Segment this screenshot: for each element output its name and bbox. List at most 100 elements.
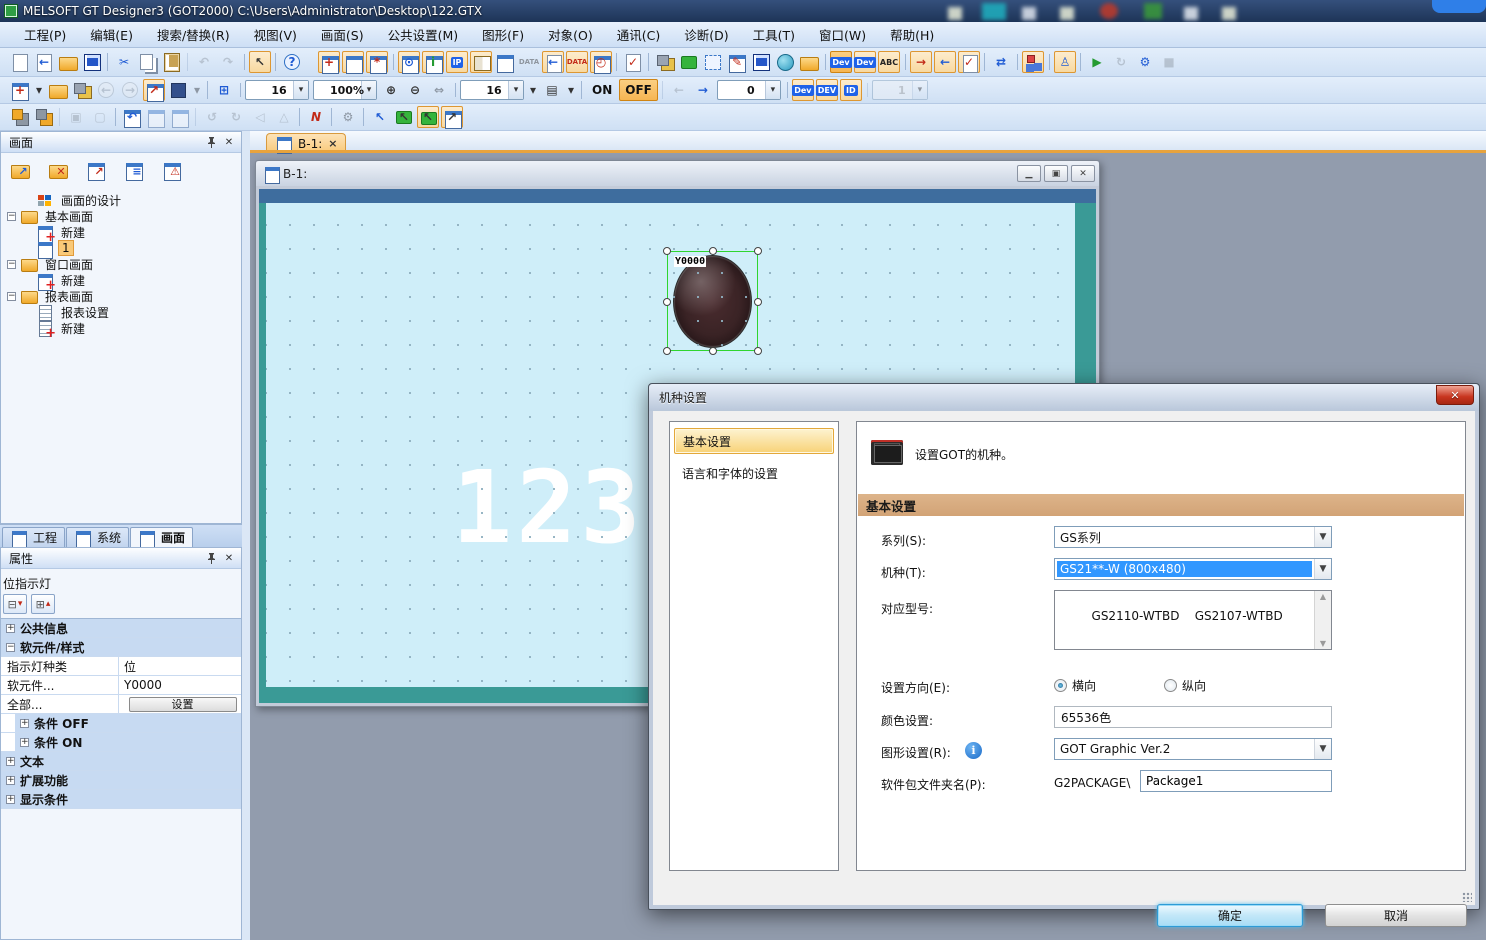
write-to-got-icon[interactable]: → xyxy=(910,51,932,73)
open-screen-tool-icon[interactable]: ↗ xyxy=(9,159,37,184)
tree-item-base-screen[interactable]: − 基本画面 xyxy=(1,208,241,224)
maximize-icon[interactable]: ▣ xyxy=(1044,165,1068,182)
pin-icon[interactable] xyxy=(203,551,219,566)
model-combobox[interactable]: GS21**-W (800x480) ▼ xyxy=(1054,558,1332,580)
screen-copy-icon[interactable] xyxy=(494,51,516,73)
import-icon[interactable]: ← xyxy=(33,51,55,73)
group-icon[interactable]: ▣ xyxy=(65,106,87,128)
menu-tools[interactable]: 工具(T) xyxy=(741,21,807,48)
prop-row-device[interactable]: 软元件... Y0000 xyxy=(1,676,241,695)
new-screen-button[interactable]: +▾ xyxy=(9,79,31,101)
chevron-down-icon[interactable]: ▼ xyxy=(1314,527,1331,547)
prop-row-lamp-type[interactable]: 指示灯种类 位 xyxy=(1,657,241,676)
read-from-got-icon[interactable]: ← xyxy=(934,51,956,73)
tab-system[interactable]: 系统 xyxy=(66,527,129,547)
comment-folder-icon[interactable] xyxy=(798,51,820,73)
prop-category-device-style[interactable]: −软元件/样式 xyxy=(1,638,241,657)
language-combo[interactable]: 1▾ xyxy=(872,80,928,100)
prop-category-text[interactable]: +文本 xyxy=(1,752,241,771)
resize-handle[interactable] xyxy=(663,298,671,306)
prop-row-all[interactable]: 全部... 设置 xyxy=(1,695,241,714)
menu-diagnostics[interactable]: 诊断(D) xyxy=(672,21,740,48)
resize-handle[interactable] xyxy=(663,347,671,355)
cut-icon[interactable]: ✂ xyxy=(113,51,135,73)
bring-to-front-icon[interactable] xyxy=(9,106,31,128)
select-frame-icon[interactable]: ↖ xyxy=(417,106,439,128)
undo-icon[interactable]: ↶ xyxy=(193,51,215,73)
device-display-button[interactable]: Dev▾ xyxy=(792,79,814,101)
flip-v-icon[interactable]: △ xyxy=(273,106,295,128)
grid-size-combo[interactable]: 16▾ xyxy=(460,80,524,100)
preview-toggle-icon[interactable]: ↗▾ xyxy=(143,79,165,101)
flip-h-icon[interactable]: ◁ xyxy=(249,106,271,128)
grid-dropdown[interactable]: ▾▾ xyxy=(527,79,539,101)
select-cursor-icon[interactable]: ↖ xyxy=(249,51,271,73)
rotate-left-icon[interactable]: ↺ xyxy=(201,106,223,128)
tab-project[interactable]: 工程 xyxy=(2,527,65,547)
device-off-button[interactable]: OFF▾ xyxy=(619,79,658,101)
screen-editor-titlebar[interactable]: B-1: ▁ ▣ ✕ xyxy=(256,161,1099,186)
tree-item-report-new[interactable]: 新建 xyxy=(1,320,241,336)
info-icon[interactable]: i xyxy=(965,742,982,759)
bit-lamp-object[interactable] xyxy=(673,255,752,348)
screen-save-icon[interactable] xyxy=(750,51,772,73)
radio-icon[interactable] xyxy=(1164,679,1177,692)
data-check-icon[interactable]: DATA xyxy=(566,51,588,73)
cancel-button[interactable]: 取消 xyxy=(1325,904,1467,927)
menu-object[interactable]: 对象(O) xyxy=(536,21,605,48)
data-browser-icon[interactable]: ♙ xyxy=(1054,51,1076,73)
open-icon[interactable] xyxy=(57,51,79,73)
forward-icon[interactable]: →▾ xyxy=(119,79,141,101)
close-icon[interactable]: ✕ xyxy=(221,135,237,150)
prop-subcategory-condition-off[interactable]: +条件 OFF xyxy=(1,714,241,733)
new-window-screen-icon[interactable] xyxy=(342,51,364,73)
device-toggle-icon[interactable]: Dev xyxy=(830,51,852,73)
screen-property-icon[interactable]: * xyxy=(366,51,388,73)
prop-category-common[interactable]: +公共信息 xyxy=(1,619,241,638)
dock-splitter[interactable] xyxy=(242,131,250,940)
graphic-setting-combobox[interactable]: GOT Graphic Ver.2 ▼ xyxy=(1054,738,1332,760)
menu-help[interactable]: 帮助(H) xyxy=(878,21,946,48)
fit-window-icon[interactable]: ⇔▾ xyxy=(428,79,450,101)
label-device-button[interactable]: DEV▾ xyxy=(816,79,838,101)
chevron-down-icon[interactable]: ▼ xyxy=(1314,739,1331,759)
chevron-down-icon[interactable]: ▼ xyxy=(1314,559,1331,579)
menu-comm[interactable]: 通讯(C) xyxy=(605,21,672,48)
nav-item-language-font[interactable]: 语言和字体的设置 xyxy=(674,460,834,486)
screen-call-icon[interactable]: ↶ xyxy=(121,106,143,128)
verify-icon[interactable]: ✓ xyxy=(622,51,644,73)
prop-category-trigger[interactable]: +显示条件 xyxy=(1,790,241,809)
resize-grip[interactable] xyxy=(1462,892,1472,902)
tab-close-icon[interactable]: × xyxy=(328,137,337,150)
help-icon[interactable]: ? xyxy=(281,51,303,73)
zoom-level-combo[interactable]: 100%▾ xyxy=(313,80,377,100)
preview-tool-icon[interactable]: ↗ xyxy=(85,159,113,184)
tree-item-base-new[interactable]: 新建 xyxy=(1,224,241,240)
menu-view[interactable]: 视图(V) xyxy=(242,21,309,48)
tree-item-report-setting[interactable]: 报表设置 xyxy=(1,304,241,320)
tab-screen[interactable]: 画面 xyxy=(130,527,193,547)
simulator-stop-icon[interactable]: ■ xyxy=(1158,51,1180,73)
select-rect-icon[interactable]: ↖ xyxy=(393,106,415,128)
scrollbar[interactable]: ▲▼ xyxy=(1314,591,1331,649)
window-new-icon[interactable] xyxy=(678,51,700,73)
network-icon[interactable] xyxy=(1022,51,1044,73)
tree-expander[interactable]: − xyxy=(7,260,16,269)
prev-screen-icon[interactable]: ←▾ xyxy=(668,79,690,101)
menu-project[interactable]: 工程(P) xyxy=(12,21,78,48)
canvas-text-object[interactable]: 123 xyxy=(452,449,645,566)
selection-area-icon[interactable] xyxy=(702,51,724,73)
send-to-back-icon[interactable] xyxy=(33,106,55,128)
screen-setup-icon[interactable]: ✎ xyxy=(726,51,748,73)
menu-figure[interactable]: 图形(F) xyxy=(470,21,536,48)
series-combobox[interactable]: GS系列 ▼ xyxy=(1054,526,1332,548)
device-book-icon[interactable] xyxy=(470,51,492,73)
radio-selected-icon[interactable] xyxy=(1054,679,1067,692)
select-arrow-icon[interactable]: ↖ xyxy=(369,106,391,128)
tree-item-report-screen[interactable]: − 报表画面 xyxy=(1,288,241,304)
minimize-icon[interactable]: ▁ xyxy=(1017,165,1041,182)
save-icon[interactable] xyxy=(81,51,103,73)
dialog-titlebar[interactable]: 机种设置 xyxy=(649,384,1479,411)
nav-item-basic-settings[interactable]: 基本设置 xyxy=(674,428,834,454)
comment-display-icon[interactable]: ABC xyxy=(878,51,900,73)
